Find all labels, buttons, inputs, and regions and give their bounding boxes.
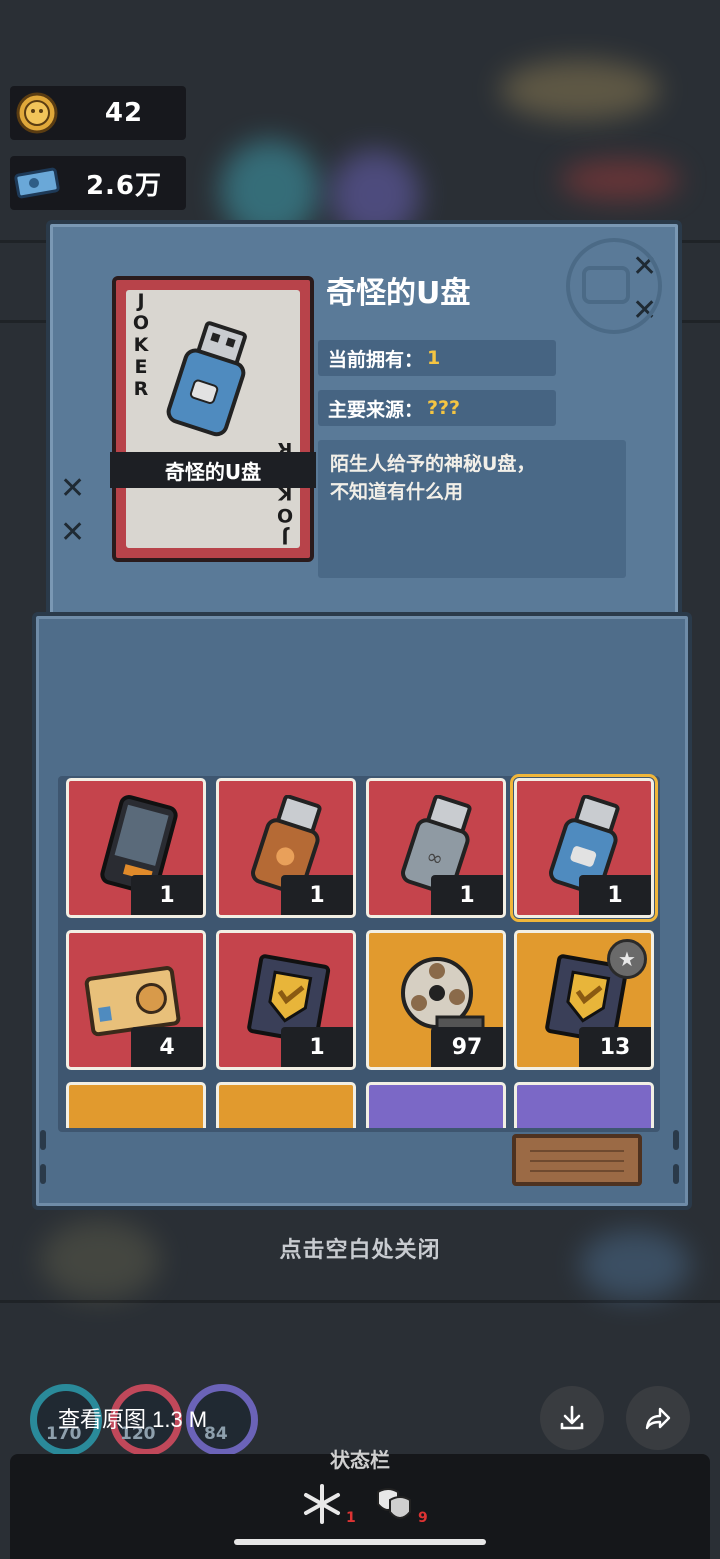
decorative-x-icon: ✕: [60, 471, 86, 506]
description-line: 不知道有什么用: [330, 481, 464, 503]
inventory-row-clipped: [54, 1082, 666, 1128]
coin-value: 42: [104, 98, 144, 128]
ticket-value: 2.6万: [85, 170, 163, 201]
item-count: 1: [281, 1027, 353, 1067]
item-count: 1: [281, 875, 353, 915]
inventory-item-partial[interactable]: [514, 1082, 654, 1128]
ring-value: 84: [204, 1424, 228, 1444]
download-button[interactable]: [540, 1386, 604, 1450]
share-button[interactable]: [626, 1386, 690, 1450]
download-icon: [560, 1405, 584, 1430]
source-value: ???: [427, 397, 461, 419]
decorative-seal-icon: [566, 238, 662, 334]
inventory-item-grey-usb[interactable]: ∞ 1: [366, 778, 506, 918]
coin-counter: 42: [10, 86, 186, 140]
inventory-item-phone[interactable]: 1: [66, 778, 206, 918]
home-indicator[interactable]: [234, 1539, 486, 1545]
ticket-counter: 2.6万: [10, 156, 186, 210]
owned-row: 当前拥有： 1: [318, 340, 556, 376]
stat-value: 1: [346, 1510, 356, 1526]
panel-edge-decoration: [40, 1130, 46, 1184]
inventory-item-brown-usb[interactable]: 1: [216, 778, 356, 918]
item-count: 1: [431, 875, 503, 915]
status-bar-label: 状态栏: [330, 1448, 390, 1472]
inventory-item-partial[interactable]: [66, 1082, 206, 1128]
coin-icon: [12, 88, 62, 138]
featured-item-card: JOKER JOKER 奇怪的U盘: [110, 276, 316, 562]
item-count: 1: [579, 875, 651, 915]
owned-value: 1: [427, 347, 441, 369]
description-line: 陌生人给予的神秘U盘，: [330, 453, 536, 475]
panel-edge-decoration: [673, 1130, 679, 1184]
blue-usb-icon: [166, 321, 247, 437]
item-count: 1: [131, 875, 203, 915]
wood-plank-button[interactable]: [512, 1134, 642, 1186]
source-row: 主要来源： ???: [318, 390, 556, 426]
view-original-button[interactable]: 查看原图 1.3 M: [58, 1402, 207, 1434]
item-title: 奇怪的U盘: [326, 276, 471, 311]
stat-snowflake[interactable]: 1: [300, 1482, 356, 1526]
share-arrow-icon: [645, 1407, 671, 1430]
item-count: 13: [579, 1027, 651, 1067]
inventory-item-partial[interactable]: [366, 1082, 506, 1128]
inventory-item-blue-usb[interactable]: 1: [510, 774, 658, 922]
theater-masks-icon: [377, 1488, 411, 1519]
snowflake-icon: [304, 1484, 340, 1524]
decorative-x-icon: ✕: [60, 515, 86, 550]
star-icon: ★: [607, 939, 647, 979]
close-hint: 点击空白处关闭: [279, 1238, 441, 1263]
inventory-item-id-card[interactable]: 4: [66, 930, 206, 1070]
stat-value: 9: [418, 1510, 428, 1526]
joker-label: JOKER: [130, 290, 152, 400]
item-count: 4: [131, 1027, 203, 1067]
inventory-item-star-badge[interactable]: ★ 13: [514, 930, 654, 1070]
inventory-item-film-reel[interactable]: 97: [366, 930, 506, 1070]
owned-label: 当前拥有：: [328, 348, 424, 371]
card-name-banner: 奇怪的U盘: [110, 452, 316, 488]
stat-masks[interactable]: 9: [372, 1482, 428, 1526]
item-description: 陌生人给予的神秘U盘， 不知道有什么用: [318, 440, 626, 578]
inventory-item-partial[interactable]: [216, 1082, 356, 1128]
ticket-icon: [12, 158, 62, 208]
source-label: 主要来源：: [328, 398, 424, 421]
inventory-item-gold-badge[interactable]: 1: [216, 930, 356, 1070]
item-count: 97: [431, 1027, 503, 1067]
